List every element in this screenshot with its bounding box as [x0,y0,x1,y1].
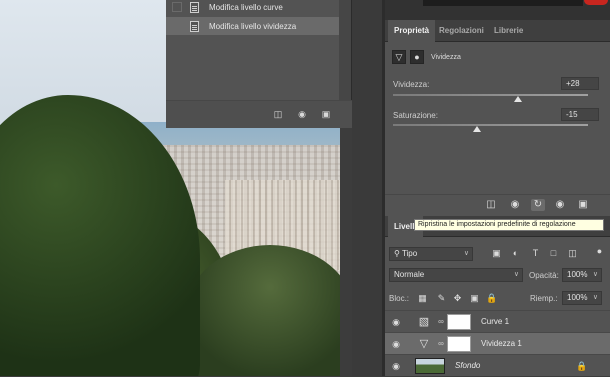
lock-image-pixels-icon[interactable]: ✎ [436,293,447,304]
properties-footer: ◫ ◉ ↻ ◉ ▣ [385,194,610,214]
visibility-eye-icon[interactable]: ◉ [391,339,401,349]
history-brush-source-box[interactable] [172,21,182,31]
fill-input[interactable]: 100% ∨ [562,291,602,305]
tab-properties[interactable]: Proprietà [388,20,436,42]
vibrance-adjustment-icon: ▽ [419,338,429,350]
filter-shape-icon[interactable]: □ [548,248,559,259]
lock-position-icon[interactable]: ✥ [452,293,463,304]
tab-libraries[interactable]: Librerie [488,20,529,42]
properties-tabbar: Proprietà Regolazioni Librerie [385,20,610,42]
visibility-eye-icon[interactable]: ◉ [391,361,401,371]
reset-icon[interactable]: ↻ [531,199,545,211]
history-item-label: Modifica livello curve [209,2,283,12]
vibrance-slider-thumb[interactable] [514,96,522,102]
tab-adjustments[interactable]: Regolazioni [433,20,490,42]
opacity-value: 100% [567,270,588,279]
properties-header: ▽ ● Vividezza [392,49,461,65]
filter-pixel-icon[interactable]: ▣ [491,248,502,259]
layer-row-vibrance-selected[interactable]: ◉ ▽ ∞ Vividezza 1 [385,332,610,354]
vibrance-adjustment-icon[interactable]: ▽ [392,50,406,64]
background-layer-thumbnail[interactable] [415,358,445,374]
trash-icon[interactable]: ▣ [320,109,332,120]
layer-mask-thumbnail[interactable] [447,336,471,352]
lock-artboard-icon[interactable]: ▣ [469,293,480,304]
link-chain-icon[interactable]: ∞ [437,338,445,350]
saturation-slider-thumb[interactable] [473,126,481,132]
filter-smart-object-icon[interactable]: ◫ [567,248,578,259]
chevron-down-icon: ∨ [592,294,598,301]
chevron-down-icon: ∨ [592,271,598,278]
filter-adjustment-icon[interactable]: ◐ [510,248,521,259]
dock-gutter [352,0,385,376]
history-item[interactable]: Modifica livello curve [166,0,340,16]
layer-mask-thumbnail[interactable] [447,314,471,330]
chevron-down-icon: ∨ [513,271,519,278]
history-footer: ◫ ◉ ▣ [166,100,352,128]
camera-snapshot-icon[interactable]: ◉ [296,109,308,120]
visibility-eye-icon[interactable]: ◉ [391,317,401,327]
trash-icon[interactable]: ▣ [576,199,590,211]
layer-row-background[interactable]: ◉ Sfondo 🔒 [385,354,610,376]
blend-mode-value: Normale [394,270,425,279]
filter-type-icon[interactable]: T [530,248,541,259]
layer-name: Curve 1 [481,317,510,326]
vibrance-value-input[interactable]: +28 [561,77,599,90]
visibility-icon[interactable]: ◉ [553,199,567,211]
saturation-value-input[interactable]: -15 [561,108,599,121]
saturation-slider-track[interactable] [393,124,588,126]
history-panel: Modifica livello curve Modifica livello … [166,0,352,128]
saturation-label: Saturazione: [393,111,438,120]
reset-tooltip: Ripristina le impostazioni predefinite d… [414,219,604,231]
properties-title: Vividezza [431,53,461,61]
lock-all-icon[interactable]: 🔒 [486,293,497,304]
layer-filter-kind-select[interactable]: ⚲ Tipo ∨ [389,247,473,261]
history-state-icon [190,1,199,13]
blend-mode-select[interactable]: Normale ∨ [389,268,523,282]
link-chain-icon[interactable]: ∞ [437,316,445,328]
fill-value: 100% [567,293,588,302]
history-brush-source-box[interactable] [172,2,182,12]
filter-kind-value: Tipo [401,249,418,258]
view-previous-state-icon[interactable]: ◉ [508,199,522,211]
layer-mask-icon[interactable]: ● [410,50,424,64]
layer-name: Sfondo [455,361,481,370]
history-item-selected[interactable]: Modifica livello vividezza [166,17,340,35]
opacity-input[interactable]: 100% ∨ [562,268,602,282]
vibrance-label: Vividezza: [393,80,430,89]
search-icon: ⚲ [394,249,402,258]
vibrance-slider-track[interactable] [393,94,588,96]
new-document-from-state-icon[interactable]: ◫ [272,109,284,120]
lock-label: Bloc.: [389,294,410,303]
chevron-down-icon: ∨ [463,250,469,257]
opacity-label: Opacità: [529,271,559,280]
top-field [423,0,583,6]
clip-to-layer-icon[interactable]: ◫ [484,199,498,211]
lock-icon: 🔒 [576,361,588,371]
filter-toggle-icon[interactable]: ● [594,246,605,257]
history-item-label: Modifica livello vividezza [209,21,297,31]
layer-name: Vividezza 1 [481,339,522,348]
top-panel-strip [385,0,610,20]
fill-label: Riemp.: [530,294,558,303]
lock-transparent-pixels-icon[interactable]: ▦ [417,293,428,304]
history-state-icon [190,20,199,32]
curves-adjustment-icon: ▧ [418,316,430,328]
red-indicator [584,0,608,5]
layer-row-curves[interactable]: ◉ ▧ ∞ Curve 1 [385,310,610,332]
